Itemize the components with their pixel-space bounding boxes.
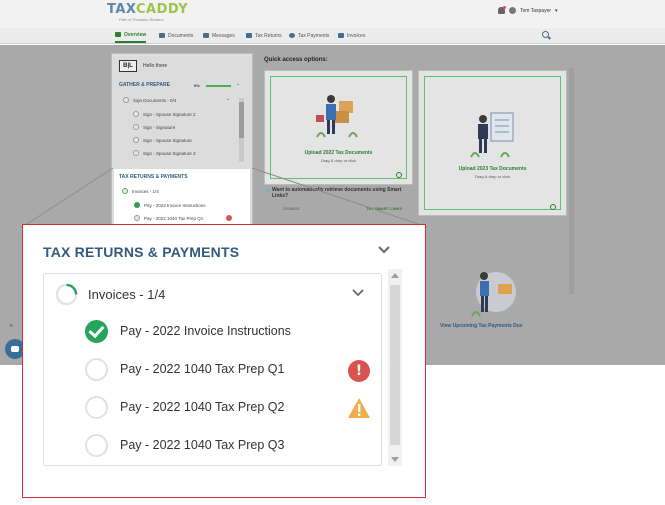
scroll-up-icon[interactable] [391, 273, 399, 278]
error-alert-icon: ! [348, 360, 370, 382]
section-title[interactable]: TAX RETURNS & PAYMENTS [43, 244, 239, 260]
status-pending [85, 434, 108, 457]
invoices-group-label[interactable]: Invoices - 1/4 [88, 287, 165, 302]
status-ring-icon [85, 396, 109, 420]
chevron-down-icon[interactable] [377, 245, 391, 255]
progress-ring-icon [55, 283, 78, 306]
status-pending [85, 396, 108, 419]
scroll-down-icon[interactable] [391, 457, 399, 462]
scrollbar-thumb[interactable] [390, 285, 400, 445]
chevron-down-icon[interactable] [352, 289, 364, 297]
page: TAXCADDY Part of Thomson Reuters Tom Tax… [0, 0, 665, 505]
status-done [85, 320, 108, 343]
status-pending [85, 358, 108, 381]
warning-icon [348, 398, 370, 418]
status-ring-icon [85, 358, 109, 382]
status-ring-icon [85, 434, 109, 458]
task-item-label[interactable]: Pay - 2022 1040 Tax Prep Q1 [120, 362, 284, 376]
task-item-label[interactable]: Pay - 2022 1040 Tax Prep Q3 [120, 438, 284, 452]
scrollbar[interactable] [388, 269, 402, 466]
zoom-callout: TAX RETURNS & PAYMENTS Invoices - 1/4 Pa… [22, 224, 426, 498]
task-item-label[interactable]: Pay - 2022 1040 Tax Prep Q2 [120, 400, 284, 414]
check-icon [85, 320, 109, 344]
task-item-label[interactable]: Pay - 2022 Invoice Instructions [120, 324, 291, 338]
